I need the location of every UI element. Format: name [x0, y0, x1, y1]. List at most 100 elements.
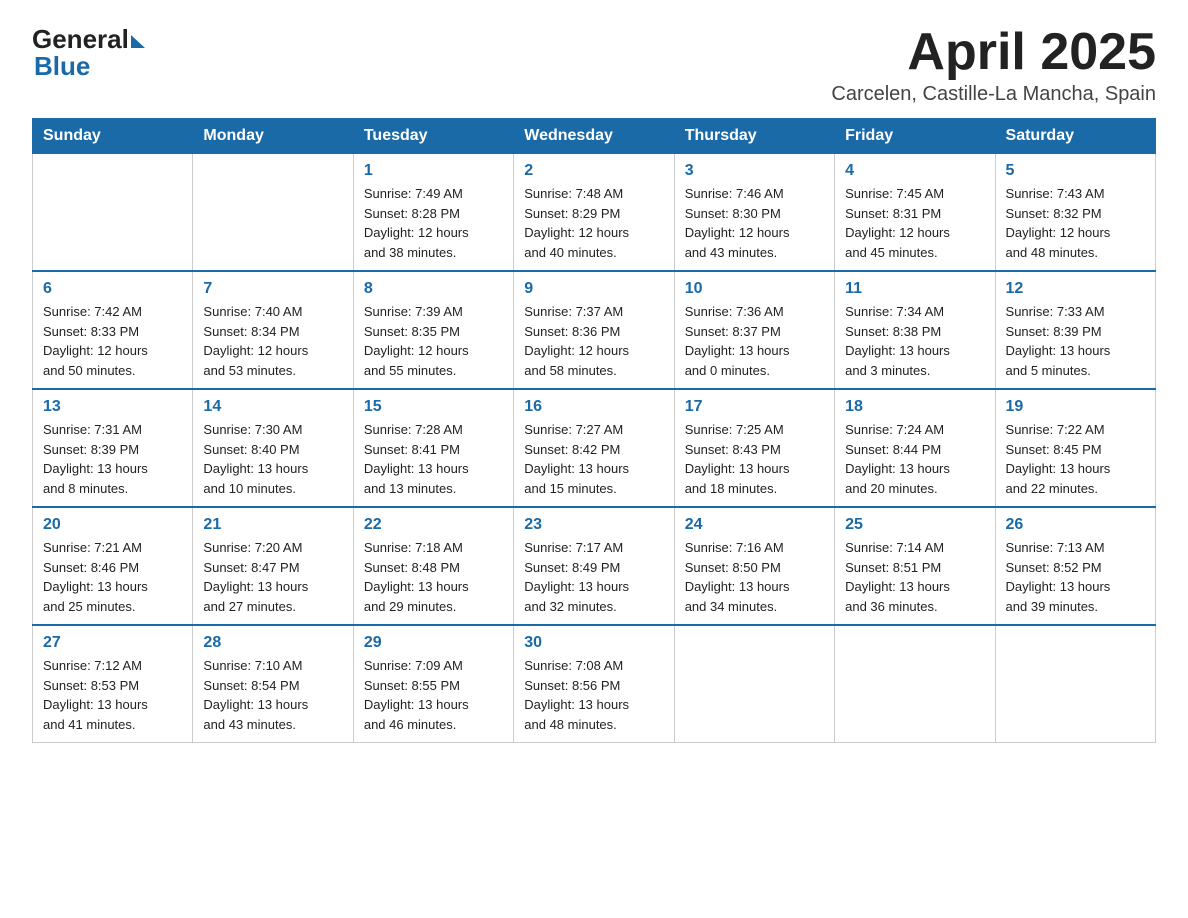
day-info: Sunrise: 7:46 AM Sunset: 8:30 PM Dayligh… — [685, 184, 824, 262]
day-number: 22 — [364, 516, 503, 534]
day-info: Sunrise: 7:31 AM Sunset: 8:39 PM Dayligh… — [43, 420, 182, 498]
calendar-cell: 2Sunrise: 7:48 AM Sunset: 8:29 PM Daylig… — [514, 154, 674, 272]
day-number: 9 — [524, 280, 663, 298]
day-info: Sunrise: 7:43 AM Sunset: 8:32 PM Dayligh… — [1006, 184, 1145, 262]
logo-arrow-icon — [131, 35, 145, 48]
calendar-cell: 16 Sunrise: 7:27 AM Sunset: 8:42 PM Dayli… — [514, 389, 674, 507]
calendar-cell: 17 Sunrise: 7:25 AM Sunset: 8:43 PM Dayli… — [674, 389, 834, 507]
day-number: 11 — [845, 280, 984, 298]
day-number: 2 — [524, 162, 663, 180]
calendar-cell: 10Sunrise: 7:36 AM Sunset: 8:37 PM Dayli… — [674, 271, 834, 389]
day-info: Sunrise: 7:25 AM Sunset: 8:43 PM Dayligh… — [685, 420, 824, 498]
day-info: Sunrise: 7:30 AM Sunset: 8:40 PM Dayligh… — [203, 420, 342, 498]
calendar-cell: 5 Sunrise: 7:43 AM Sunset: 8:32 PM Daylig… — [995, 154, 1155, 272]
day-number: 12 — [1006, 280, 1145, 298]
day-info: Sunrise: 7:21 AM Sunset: 8:46 PM Dayligh… — [43, 538, 182, 616]
calendar-cell: 13 Sunrise: 7:31 AM Sunset: 8:39 PM Dayli… — [33, 389, 193, 507]
day-number: 3 — [685, 162, 824, 180]
day-number: 8 — [364, 280, 503, 298]
calendar-cell: 19 Sunrise: 7:22 AM Sunset: 8:45 PM Dayli… — [995, 389, 1155, 507]
day-info: Sunrise: 7:17 AM Sunset: 8:49 PM Dayligh… — [524, 538, 663, 616]
col-header-friday: Friday — [835, 119, 995, 154]
logo-blue-text: Blue — [34, 51, 90, 82]
calendar-cell: 12 Sunrise: 7:33 AM Sunset: 8:39 PM Dayli… — [995, 271, 1155, 389]
calendar-cell: 23 Sunrise: 7:17 AM Sunset: 8:49 PM Dayli… — [514, 507, 674, 625]
day-info: Sunrise: 7:49 AM Sunset: 8:28 PM Dayligh… — [364, 184, 503, 262]
calendar-cell: 3 Sunrise: 7:46 AM Sunset: 8:30 PM Daylig… — [674, 154, 834, 272]
calendar-cell: 20Sunrise: 7:21 AM Sunset: 8:46 PM Dayli… — [33, 507, 193, 625]
col-header-tuesday: Tuesday — [353, 119, 513, 154]
calendar-week-row: 1Sunrise: 7:49 AM Sunset: 8:28 PM Daylig… — [33, 154, 1156, 272]
day-info: Sunrise: 7:16 AM Sunset: 8:50 PM Dayligh… — [685, 538, 824, 616]
day-info: Sunrise: 7:24 AM Sunset: 8:44 PM Dayligh… — [845, 420, 984, 498]
col-header-sunday: Sunday — [33, 119, 193, 154]
day-number: 19 — [1006, 398, 1145, 416]
calendar-cell: 15Sunrise: 7:28 AM Sunset: 8:41 PM Dayli… — [353, 389, 513, 507]
col-header-thursday: Thursday — [674, 119, 834, 154]
day-number: 24 — [685, 516, 824, 534]
day-info: Sunrise: 7:10 AM Sunset: 8:54 PM Dayligh… — [203, 656, 342, 734]
col-header-wednesday: Wednesday — [514, 119, 674, 154]
day-info: Sunrise: 7:33 AM Sunset: 8:39 PM Dayligh… — [1006, 302, 1145, 380]
calendar-cell: 8 Sunrise: 7:39 AM Sunset: 8:35 PM Daylig… — [353, 271, 513, 389]
day-number: 18 — [845, 398, 984, 416]
day-info: Sunrise: 7:40 AM Sunset: 8:34 PM Dayligh… — [203, 302, 342, 380]
day-number: 13 — [43, 398, 182, 416]
calendar-table: SundayMondayTuesdayWednesdayThursdayFrid… — [32, 118, 1156, 743]
day-number: 21 — [203, 516, 342, 534]
calendar-week-row: 13 Sunrise: 7:31 AM Sunset: 8:39 PM Dayli… — [33, 389, 1156, 507]
day-info: Sunrise: 7:39 AM Sunset: 8:35 PM Dayligh… — [364, 302, 503, 380]
calendar-cell: 6 Sunrise: 7:42 AM Sunset: 8:33 PM Daylig… — [33, 271, 193, 389]
day-info: Sunrise: 7:18 AM Sunset: 8:48 PM Dayligh… — [364, 538, 503, 616]
calendar-cell: 7 Sunrise: 7:40 AM Sunset: 8:34 PM Daylig… — [193, 271, 353, 389]
calendar-cell — [33, 154, 193, 272]
calendar-cell: 28 Sunrise: 7:10 AM Sunset: 8:54 PM Dayli… — [193, 625, 353, 743]
day-number: 15 — [364, 398, 503, 416]
calendar-location: Carcelen, Castille-La Mancha, Spain — [831, 83, 1156, 106]
calendar-cell: 9 Sunrise: 7:37 AM Sunset: 8:36 PM Daylig… — [514, 271, 674, 389]
calendar-cell: 25 Sunrise: 7:14 AM Sunset: 8:51 PM Dayli… — [835, 507, 995, 625]
logo: General Blue — [32, 24, 145, 82]
day-number: 7 — [203, 280, 342, 298]
day-info: Sunrise: 7:14 AM Sunset: 8:51 PM Dayligh… — [845, 538, 984, 616]
day-number: 29 — [364, 634, 503, 652]
day-number: 5 — [1006, 162, 1145, 180]
day-number: 14 — [203, 398, 342, 416]
calendar-cell: 22 Sunrise: 7:18 AM Sunset: 8:48 PM Dayli… — [353, 507, 513, 625]
calendar-cell: 18 Sunrise: 7:24 AM Sunset: 8:44 PM Dayli… — [835, 389, 995, 507]
day-info: Sunrise: 7:42 AM Sunset: 8:33 PM Dayligh… — [43, 302, 182, 380]
calendar-cell: 29 Sunrise: 7:09 AM Sunset: 8:55 PM Dayli… — [353, 625, 513, 743]
calendar-cell: 26Sunrise: 7:13 AM Sunset: 8:52 PM Dayli… — [995, 507, 1155, 625]
day-info: Sunrise: 7:08 AM Sunset: 8:56 PM Dayligh… — [524, 656, 663, 734]
day-number: 28 — [203, 634, 342, 652]
day-number: 30 — [524, 634, 663, 652]
day-info: Sunrise: 7:37 AM Sunset: 8:36 PM Dayligh… — [524, 302, 663, 380]
calendar-week-row: 27 Sunrise: 7:12 AM Sunset: 8:53 PM Dayli… — [33, 625, 1156, 743]
calendar-week-row: 20Sunrise: 7:21 AM Sunset: 8:46 PM Dayli… — [33, 507, 1156, 625]
page-header: General Blue April 2025 Carcelen, Castil… — [32, 24, 1156, 106]
day-info: Sunrise: 7:09 AM Sunset: 8:55 PM Dayligh… — [364, 656, 503, 734]
calendar-cell: 24 Sunrise: 7:16 AM Sunset: 8:50 PM Dayli… — [674, 507, 834, 625]
day-number: 23 — [524, 516, 663, 534]
calendar-cell — [674, 625, 834, 743]
day-number: 26 — [1006, 516, 1145, 534]
day-info: Sunrise: 7:27 AM Sunset: 8:42 PM Dayligh… — [524, 420, 663, 498]
day-info: Sunrise: 7:22 AM Sunset: 8:45 PM Dayligh… — [1006, 420, 1145, 498]
calendar-header-row: SundayMondayTuesdayWednesdayThursdayFrid… — [33, 119, 1156, 154]
day-number: 25 — [845, 516, 984, 534]
day-number: 27 — [43, 634, 182, 652]
calendar-week-row: 6 Sunrise: 7:42 AM Sunset: 8:33 PM Daylig… — [33, 271, 1156, 389]
calendar-cell: 27 Sunrise: 7:12 AM Sunset: 8:53 PM Dayli… — [33, 625, 193, 743]
title-block: April 2025 Carcelen, Castille-La Mancha,… — [831, 24, 1156, 106]
day-number: 17 — [685, 398, 824, 416]
calendar-cell: 14 Sunrise: 7:30 AM Sunset: 8:40 PM Dayli… — [193, 389, 353, 507]
day-info: Sunrise: 7:20 AM Sunset: 8:47 PM Dayligh… — [203, 538, 342, 616]
day-info: Sunrise: 7:12 AM Sunset: 8:53 PM Dayligh… — [43, 656, 182, 734]
day-info: Sunrise: 7:45 AM Sunset: 8:31 PM Dayligh… — [845, 184, 984, 262]
day-number: 16 — [524, 398, 663, 416]
calendar-cell — [193, 154, 353, 272]
col-header-monday: Monday — [193, 119, 353, 154]
calendar-cell: 1Sunrise: 7:49 AM Sunset: 8:28 PM Daylig… — [353, 154, 513, 272]
calendar-cell — [995, 625, 1155, 743]
day-number: 6 — [43, 280, 182, 298]
